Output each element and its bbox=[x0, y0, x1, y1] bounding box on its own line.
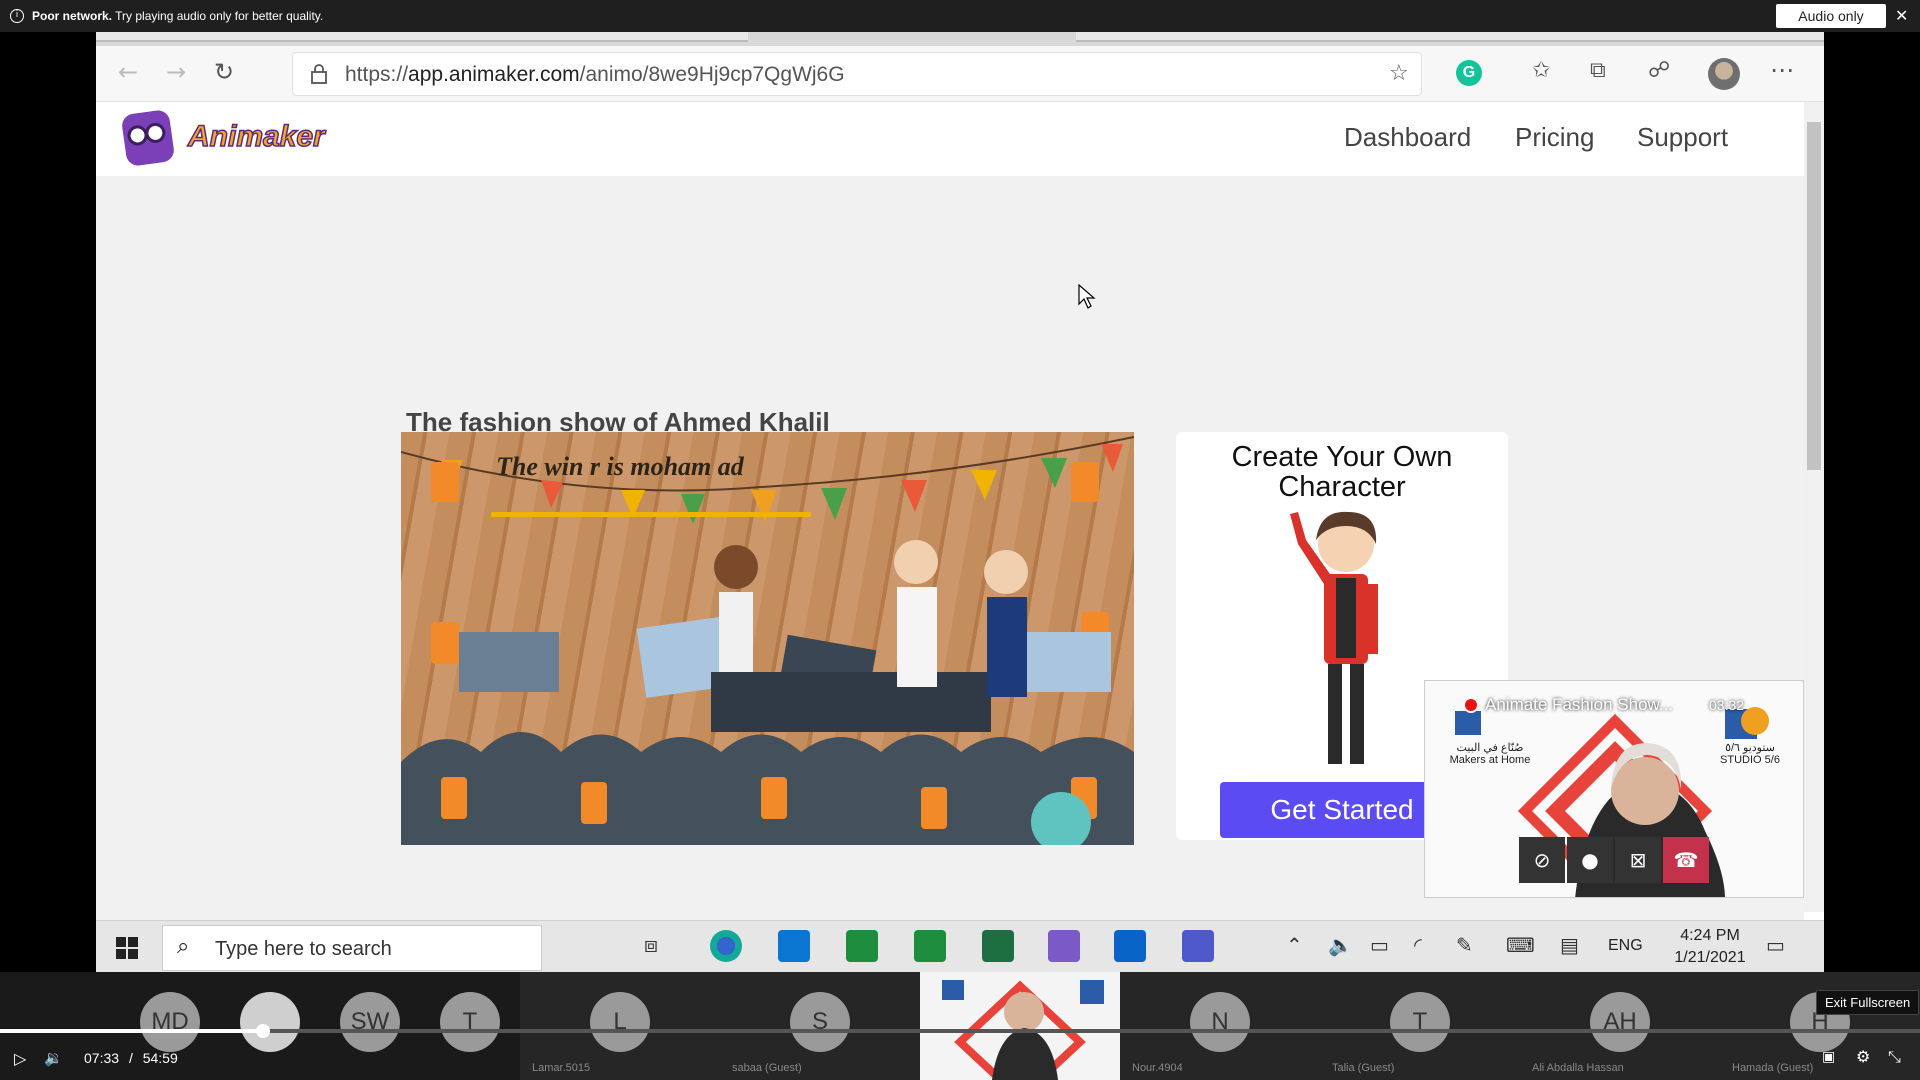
play-icon[interactable]: ▷ bbox=[14, 1049, 26, 1068]
nav-dashboard[interactable]: Dashboard bbox=[1344, 122, 1471, 153]
edge-browser-icon[interactable] bbox=[710, 930, 742, 962]
mail-icon[interactable] bbox=[1114, 930, 1146, 962]
wifi-icon[interactable]: ◜ bbox=[1414, 933, 1422, 957]
display-icon[interactable]: ▤ bbox=[1560, 933, 1579, 957]
time-display: 07:33 / 54:59 bbox=[84, 1050, 178, 1066]
logo-text[interactable]: Animaker bbox=[187, 119, 325, 154]
notifications-icon[interactable]: ▭ bbox=[1766, 933, 1785, 957]
scene-caption: The win r is moham ad bbox=[496, 452, 744, 481]
progress-knob[interactable] bbox=[256, 1024, 271, 1038]
microphone-icon[interactable]: ● bbox=[1567, 837, 1613, 883]
settings-gear-icon[interactable]: ⚙ bbox=[1856, 1047, 1870, 1066]
captions-icon[interactable]: ▣ bbox=[1822, 1049, 1835, 1065]
google-classroom-icon-2[interactable] bbox=[914, 930, 946, 962]
caption-underline bbox=[491, 512, 811, 517]
pen-icon[interactable]: ✎ bbox=[1456, 933, 1473, 957]
exit-fullscreen-icon[interactable]: ⤡ bbox=[1888, 1047, 1901, 1067]
browser-tab[interactable] bbox=[1076, 32, 1824, 42]
network-notice-text: Poor network. Try playing audio only for… bbox=[32, 9, 324, 23]
mouse-cursor-icon bbox=[1078, 284, 1096, 309]
taskbar-search-placeholder: Type here to search bbox=[215, 938, 392, 960]
participant-avatar[interactable]: S bbox=[790, 992, 850, 1052]
forward-arrow-icon[interactable]: → bbox=[166, 58, 186, 86]
participant-avatar-photo[interactable] bbox=[240, 992, 300, 1052]
end-call-icon[interactable]: ☎ bbox=[1663, 837, 1709, 883]
playback-progress-bar[interactable] bbox=[0, 1024, 1920, 1038]
clock[interactable]: 4:24 PM 1/21/2021 bbox=[1670, 927, 1750, 967]
chevron-up-icon[interactable]: ⌃ bbox=[1286, 933, 1303, 957]
favorite-star-icon[interactable]: ☆ bbox=[1389, 61, 1409, 86]
favorites-icon[interactable]: ✩ bbox=[1532, 58, 1550, 83]
profile-avatar[interactable] bbox=[1708, 58, 1740, 90]
grammarly-icon[interactable]: G bbox=[1456, 60, 1482, 86]
browser-tab[interactable] bbox=[96, 32, 748, 42]
camera-off-icon[interactable]: ⊘ bbox=[1519, 837, 1565, 883]
battery-icon[interactable]: ▭ bbox=[1370, 933, 1389, 957]
fashion-show-illustration bbox=[401, 436, 1134, 845]
site-header: Animaker Dashboard Pricing Support bbox=[96, 102, 1804, 176]
nav-support[interactable]: Support bbox=[1637, 122, 1728, 153]
back-arrow-icon[interactable]: ← bbox=[118, 58, 138, 86]
browser-toolbar: ← → ↻ https://app.animaker.com/animo/8we… bbox=[96, 46, 1824, 102]
animaker-logo-icon[interactable] bbox=[120, 108, 176, 168]
pip-meeting-title: Animate Fashion Show... bbox=[1485, 695, 1674, 714]
network-notice-bar: i Poor network. Try playing audio only f… bbox=[0, 0, 1920, 32]
google-classroom-icon[interactable] bbox=[846, 930, 878, 962]
participant-avatar[interactable]: AH bbox=[1590, 992, 1650, 1052]
participant-avatar[interactable]: T bbox=[440, 992, 500, 1052]
participant-avatar[interactable]: N bbox=[1190, 992, 1250, 1052]
participant-avatar[interactable]: MD bbox=[140, 992, 200, 1052]
scrollbar-thumb[interactable] bbox=[1807, 122, 1821, 470]
player-controls: ▷ 🔉 07:33 / 54:59 ▣ ⚙ ⤡ bbox=[0, 1045, 1920, 1075]
teams-icon[interactable] bbox=[1182, 930, 1214, 962]
participant-avatar[interactable]: T bbox=[1390, 992, 1450, 1052]
recording-indicator-icon bbox=[1463, 697, 1479, 713]
camera-app-icon[interactable] bbox=[1048, 930, 1080, 962]
collections-icon[interactable]: ⧉ bbox=[1590, 58, 1606, 83]
whatsapp-icon[interactable] bbox=[778, 930, 810, 962]
info-icon: i bbox=[10, 9, 24, 23]
participant-avatar[interactable]: L bbox=[590, 992, 650, 1052]
studio-logo: ستوديو ٥/٦ STUDIO 5/6 bbox=[1720, 742, 1780, 766]
stop-sharing-icon[interactable]: ⊠ bbox=[1615, 837, 1661, 883]
windows-taskbar: ⌕ Type here to search ⧈ ⌃ 🔈 ▭ ◜ ✎ ⌨ ▤ EN… bbox=[96, 920, 1824, 972]
search-icon: ⌕ bbox=[177, 934, 190, 959]
lock-icon bbox=[311, 64, 327, 84]
taskbar-search-box[interactable]: ⌕ Type here to search bbox=[162, 925, 542, 971]
language-indicator[interactable]: ENG bbox=[1608, 937, 1643, 955]
participant-avatar[interactable]: SW bbox=[340, 992, 400, 1052]
feedback-icon[interactable]: ☍ bbox=[1648, 58, 1670, 83]
keyboard-icon[interactable]: ⌨ bbox=[1506, 933, 1535, 957]
volume-icon[interactable]: 🔉 bbox=[44, 1049, 63, 1067]
character-illustration bbox=[1290, 511, 1378, 764]
pip-timer: 03:32 bbox=[1709, 697, 1745, 713]
close-icon[interactable]: ✕ bbox=[1895, 6, 1908, 25]
progress-fill bbox=[0, 1029, 264, 1033]
url-text: https://app.animaker.com/animo/8we9Hj9cp… bbox=[345, 63, 845, 86]
promo-title: Create Your Own Character bbox=[1231, 441, 1453, 503]
browser-tabstrip bbox=[96, 32, 1824, 46]
video-preview[interactable]: The win r is moham ad bbox=[401, 432, 1134, 845]
exit-fullscreen-tooltip: Exit Fullscreen bbox=[1816, 990, 1920, 1015]
windows-start-icon[interactable] bbox=[116, 937, 138, 959]
reload-icon[interactable]: ↻ bbox=[214, 58, 234, 86]
excel-icon[interactable] bbox=[982, 930, 1014, 962]
audio-only-button[interactable]: Audio only bbox=[1776, 4, 1886, 28]
pip-call-window[interactable]: Animate Fashion Show... 03:32 صُنّاع في … bbox=[1424, 680, 1804, 898]
nav-pricing[interactable]: Pricing bbox=[1515, 122, 1594, 153]
volume-icon[interactable]: 🔈 bbox=[1328, 933, 1353, 957]
makers-at-home-logo: صُنّاع في البيت Makers at Home bbox=[1449, 742, 1531, 766]
task-view-icon[interactable]: ⧈ bbox=[644, 933, 658, 958]
address-bar[interactable]: https://app.animaker.com/animo/8we9Hj9cp… bbox=[292, 52, 1422, 96]
more-menu-icon[interactable]: ⋯ bbox=[1770, 56, 1794, 84]
